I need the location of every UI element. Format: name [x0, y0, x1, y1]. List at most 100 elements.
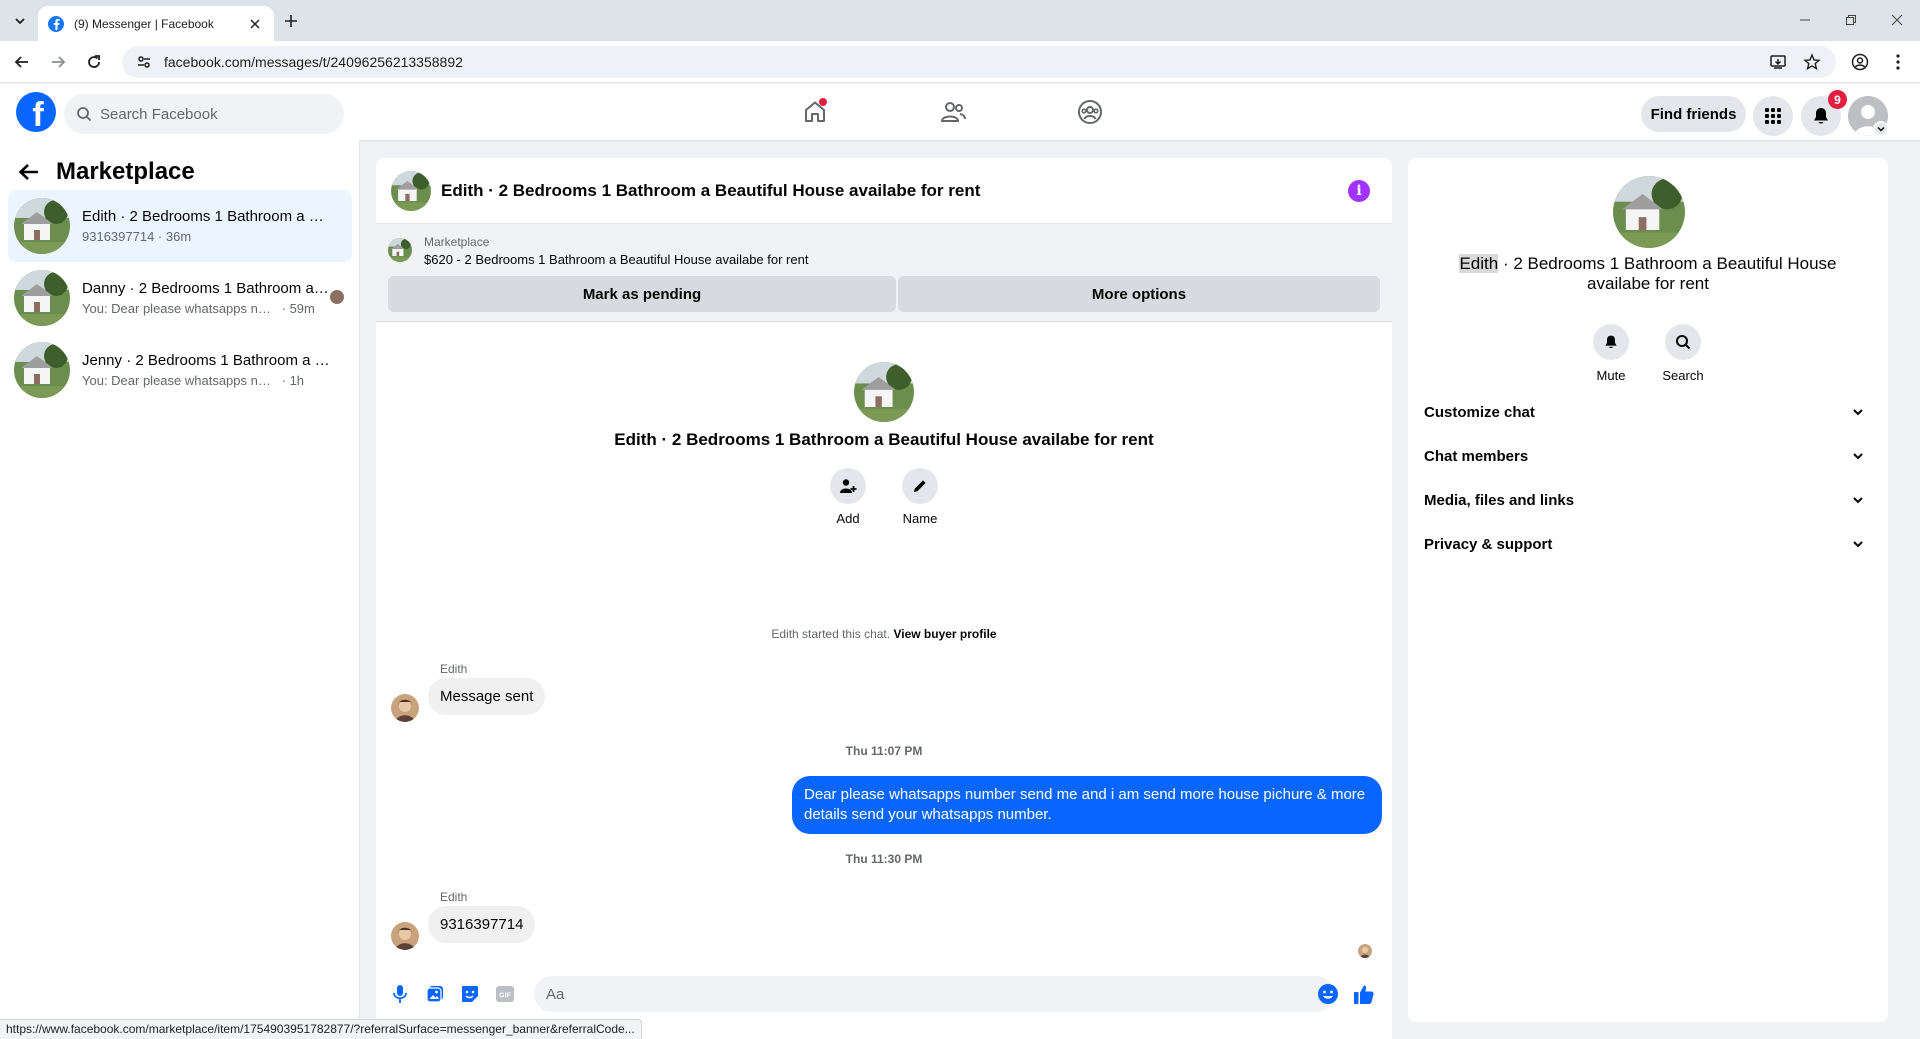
bell-icon: [1593, 324, 1629, 360]
facebook-favicon-icon: [48, 15, 64, 32]
home-icon[interactable]: [795, 92, 835, 132]
listing-thumbnail: [14, 270, 70, 326]
mark-as-pending-button[interactable]: Mark as pending: [388, 276, 896, 312]
restore-window-icon[interactable]: [1836, 8, 1866, 32]
account-chevron-down-icon[interactable]: [1873, 121, 1889, 137]
browser-tab[interactable]: (9) Messenger | Facebook: [38, 6, 274, 41]
mute-label: Mute: [1596, 368, 1626, 383]
message-timestamp: Thu 11:30 PM: [845, 852, 923, 866]
conversation-info-icon[interactable]: i: [1348, 180, 1370, 202]
conversation-item[interactable]: Jenny · 2 Bedrooms 1 Bathroom a Beautifu…: [8, 334, 352, 406]
browser-menu-icon[interactable]: [1886, 50, 1910, 74]
sticker-icon[interactable]: [456, 980, 484, 1008]
conversation-time: 59m: [289, 301, 315, 316]
microphone-icon[interactable]: [386, 980, 414, 1008]
gif-icon[interactable]: GIF: [491, 980, 519, 1008]
link-status-bar: https://www.facebook.com/marketplace/ite…: [0, 1019, 642, 1039]
chat-title[interactable]: Edith · 2 Bedrooms 1 Bathroom a Beautifu…: [441, 181, 980, 201]
chevron-down-icon: [1853, 409, 1863, 416]
site-info-icon[interactable]: [136, 54, 152, 70]
search-label: Search: [1662, 368, 1704, 383]
view-buyer-profile-link[interactable]: View buyer profile: [893, 627, 996, 641]
tab-close-icon[interactable]: [246, 15, 264, 33]
facebook-search-box[interactable]: [64, 94, 344, 134]
find-friends-button[interactable]: Find friends: [1641, 96, 1746, 132]
chat-members-section[interactable]: Chat members: [1424, 438, 1872, 474]
add-people-button[interactable]: Add: [818, 468, 878, 526]
notification-count-badge: 9: [1828, 90, 1847, 109]
conversation-time: 1h: [289, 373, 305, 388]
conversation-snippet: You: Dear please whatsapps number send m…: [82, 373, 278, 388]
search-icon: [76, 106, 92, 122]
browser-profile-icon[interactable]: [1848, 50, 1872, 74]
conversation-item[interactable]: Danny · 2 Bedrooms 1 Bathroom a Beautifu…: [8, 262, 352, 334]
info-panel-title-rest: · 2 Bedrooms 1 Bathroom a Beautiful Hous…: [1498, 254, 1837, 293]
conversation-name: Jenny · 2 Bedrooms 1 Bathroom a Beautifu…: [82, 352, 332, 369]
chat-header: Edith · 2 Bedrooms 1 Bathroom a Beautifu…: [376, 158, 1392, 224]
listing-thumbnail[interactable]: [388, 238, 412, 262]
tab-search-chevron-icon[interactable]: [8, 9, 32, 33]
sidebar-title: Marketplace: [56, 158, 195, 185]
read-receipt-avatar: [1358, 944, 1372, 958]
menu-grid-icon[interactable]: [1753, 96, 1793, 136]
conversation-item[interactable]: Edith · 2 Bedrooms 1 Bathroom a Beautifu…: [8, 190, 352, 262]
listing-thumbnail: [14, 342, 70, 398]
chat-header-avatar[interactable]: [391, 170, 431, 211]
marketplace-listing-banner: Marketplace $620 - 2 Bedrooms 1 Bathroom…: [376, 224, 1392, 322]
chat-panel: Edith · 2 Bedrooms 1 Bathroom a Beautifu…: [376, 158, 1392, 1039]
conversation-snippet: 9316397714: [82, 229, 155, 244]
media-files-links-section[interactable]: Media, files and links: [1424, 482, 1872, 518]
back-arrow-icon[interactable]: [10, 50, 34, 74]
intro-title: Edith · 2 Bedrooms 1 Bathroom a Beautifu…: [614, 430, 1154, 449]
info-panel-title-highlight: Edith: [1459, 254, 1499, 273]
new-tab-plus-icon[interactable]: [280, 10, 302, 32]
bookmark-star-icon[interactable]: [1800, 50, 1824, 74]
mute-button[interactable]: Mute: [1581, 324, 1641, 383]
banner-listing-link[interactable]: $620 - 2 Bedrooms 1 Bathroom a Beautiful…: [424, 252, 808, 267]
message-composer: GIF: [376, 974, 1392, 1018]
install-app-icon[interactable]: [1766, 50, 1790, 74]
reload-icon[interactable]: [82, 50, 106, 74]
privacy-support-section[interactable]: Privacy & support: [1424, 526, 1872, 562]
more-options-button[interactable]: More options: [898, 276, 1380, 312]
seen-avatar-icon: [330, 290, 344, 304]
pencil-icon: [902, 468, 938, 504]
groups-icon[interactable]: [1070, 92, 1110, 132]
notifications-bell-icon[interactable]: 9: [1801, 90, 1847, 136]
emoji-icon[interactable]: [1314, 980, 1342, 1008]
message-bubble[interactable]: 9316397714: [428, 906, 536, 943]
message-input[interactable]: [534, 976, 1334, 1012]
svg-text:GIF: GIF: [499, 993, 511, 1000]
search-in-conversation-button[interactable]: Search: [1653, 324, 1713, 383]
chevron-down-icon: [1853, 453, 1863, 460]
photo-icon[interactable]: [421, 980, 449, 1008]
address-url[interactable]: facebook.com/messages/t/2409625621335889…: [164, 54, 463, 70]
banner-label: Marketplace: [424, 235, 490, 249]
customize-chat-section[interactable]: Customize chat: [1424, 394, 1872, 430]
message-timestamp: Thu 11:07 PM: [845, 744, 923, 758]
home-notification-dot: [819, 98, 827, 106]
sender-avatar[interactable]: [391, 694, 419, 722]
add-person-icon: [830, 468, 866, 504]
friends-icon[interactable]: [933, 92, 973, 132]
chevron-down-icon: [1853, 497, 1863, 504]
minimize-window-icon[interactable]: [1790, 8, 1820, 32]
thumbs-up-icon[interactable]: [1350, 980, 1378, 1008]
info-panel-avatar: [1613, 176, 1685, 248]
address-bar[interactable]: facebook.com/messages/t/2409625621335889…: [122, 46, 1836, 78]
conversation-info-panel: Edith · 2 Bedrooms 1 Bathroom a Beautifu…: [1408, 158, 1888, 1022]
message-bubble-outgoing[interactable]: Dear please whatsapps number send me and…: [792, 776, 1382, 834]
forward-arrow-icon[interactable]: [46, 50, 70, 74]
conversation-name: Danny · 2 Bedrooms 1 Bathroom a Beautifu…: [82, 280, 332, 297]
chevron-down-icon: [1853, 541, 1863, 548]
section-label: Chat members: [1424, 447, 1529, 465]
facebook-search-input[interactable]: [100, 105, 320, 123]
message-bubble[interactable]: Message sent: [428, 678, 546, 715]
sidebar-header: Marketplace: [18, 158, 195, 186]
facebook-logo-icon[interactable]: f: [16, 92, 56, 134]
sender-avatar[interactable]: [391, 922, 419, 950]
close-window-icon[interactable]: [1882, 8, 1912, 32]
back-arrow-icon[interactable]: [18, 162, 40, 182]
name-chat-button[interactable]: Name: [890, 468, 950, 526]
conversation-time: 36m: [165, 229, 192, 244]
